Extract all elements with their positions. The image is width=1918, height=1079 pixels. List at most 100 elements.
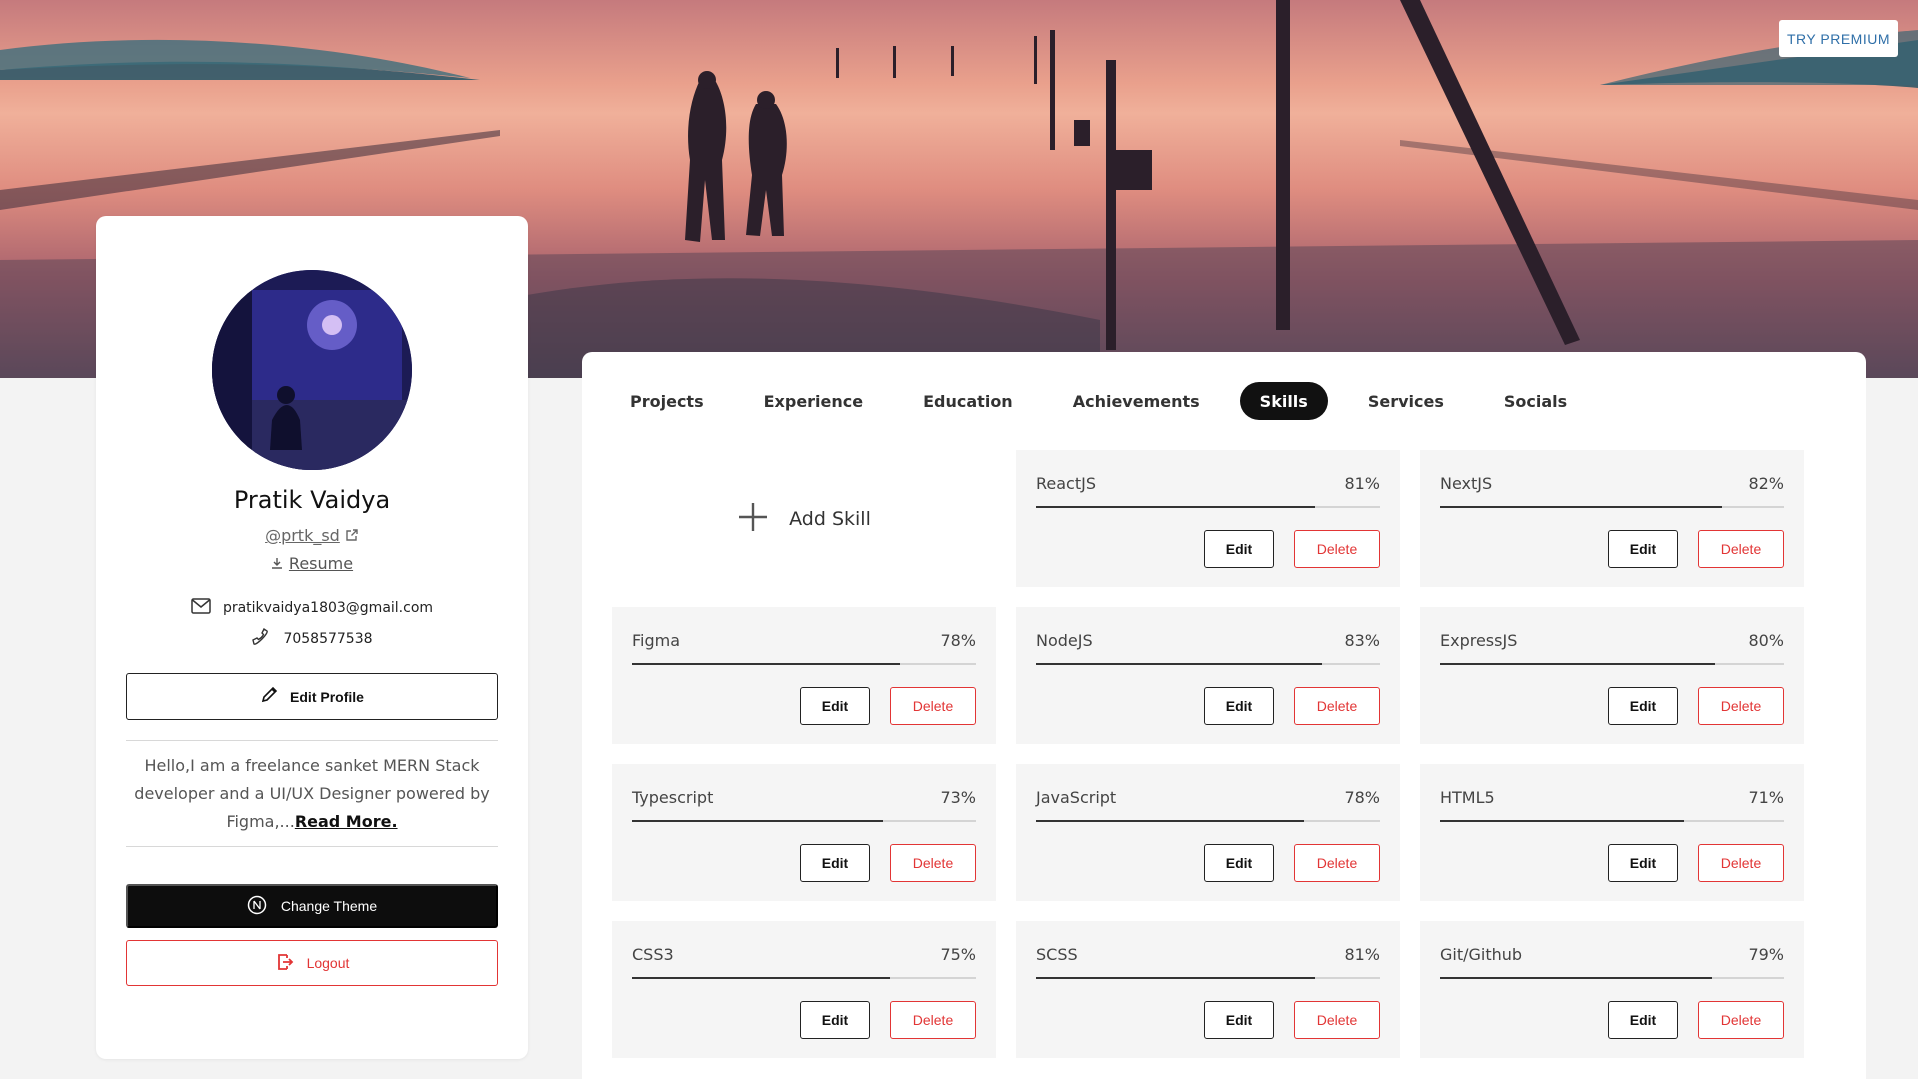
download-icon xyxy=(271,554,283,573)
skill-name: HTML5 xyxy=(1440,788,1495,807)
skill-percent: 73% xyxy=(940,788,976,807)
profile-bio: Hello,I am a freelance sanket MERN Stack… xyxy=(126,752,498,836)
skill-name: ReactJS xyxy=(1036,474,1096,493)
skill-name: JavaScript xyxy=(1036,788,1117,807)
add-skill-button[interactable]: Add Skill xyxy=(612,450,996,587)
skill-progress-track xyxy=(1440,506,1784,508)
skill-name: SCSS xyxy=(1036,945,1078,964)
delete-skill-button[interactable]: Delete xyxy=(1698,530,1784,568)
external-link-icon[interactable] xyxy=(345,527,359,546)
skill-percent: 71% xyxy=(1748,788,1784,807)
edit-skill-button[interactable]: Edit xyxy=(800,844,870,882)
skill-card: HTML5 71% Edit Delete xyxy=(1420,764,1804,901)
edit-skill-button[interactable]: Edit xyxy=(1608,844,1678,882)
skill-progress-fill xyxy=(632,663,901,665)
skill-card: JavaScript 78% Edit Delete xyxy=(1016,764,1400,901)
avatar[interactable] xyxy=(212,270,412,470)
profile-card: Pratik Vaidya @prtk_sd Resume pratikvaid… xyxy=(96,216,528,1059)
skill-percent: 75% xyxy=(940,945,976,964)
delete-skill-button[interactable]: Delete xyxy=(1294,1001,1380,1039)
read-more-link[interactable]: Read More. xyxy=(295,812,398,831)
edit-skill-button[interactable]: Edit xyxy=(800,1001,870,1039)
skill-progress-track xyxy=(1440,820,1784,822)
delete-skill-button[interactable]: Delete xyxy=(890,844,976,882)
skill-card: Figma 78% Edit Delete xyxy=(612,607,996,744)
avatar-image xyxy=(212,270,412,470)
skill-percent: 78% xyxy=(1344,788,1380,807)
tab-socials[interactable]: Socials xyxy=(1484,382,1587,420)
skill-name: NodeJS xyxy=(1036,631,1093,650)
skill-percent: 78% xyxy=(940,631,976,650)
handle-link[interactable]: @prtk_sd xyxy=(265,526,340,545)
delete-skill-button[interactable]: Delete xyxy=(1698,1001,1784,1039)
delete-skill-button[interactable]: Delete xyxy=(1294,844,1380,882)
skill-card: ReactJS 81% Edit Delete xyxy=(1016,450,1400,587)
skill-name: Figma xyxy=(632,631,681,650)
tab-achievements[interactable]: Achievements xyxy=(1053,382,1220,420)
divider-top xyxy=(126,740,498,741)
logout-icon xyxy=(275,952,295,975)
delete-skill-button[interactable]: Delete xyxy=(1294,687,1380,725)
change-theme-label: Change Theme xyxy=(280,898,378,914)
tab-projects[interactable]: Projects xyxy=(610,382,724,420)
resume-label[interactable]: Resume xyxy=(289,554,353,573)
edit-skill-button[interactable]: Edit xyxy=(1204,530,1274,568)
resume-link[interactable]: Resume xyxy=(96,554,528,573)
skill-percent: 82% xyxy=(1748,474,1784,493)
divider-bottom xyxy=(126,846,498,847)
skill-progress-track xyxy=(1036,506,1380,508)
mail-icon xyxy=(191,598,211,618)
edit-profile-button[interactable]: Edit Profile xyxy=(126,673,498,720)
tab-skills[interactable]: Skills xyxy=(1239,382,1328,420)
delete-skill-button[interactable]: Delete xyxy=(1294,530,1380,568)
skill-progress-track xyxy=(1440,977,1784,979)
skill-progress-track xyxy=(632,663,976,665)
edit-skill-button[interactable]: Edit xyxy=(1608,687,1678,725)
skill-card: CSS3 75% Edit Delete xyxy=(612,921,996,1058)
delete-skill-button[interactable]: Delete xyxy=(890,687,976,725)
tab-education[interactable]: Education xyxy=(903,382,1033,420)
skill-card: ExpressJS 80% Edit Delete xyxy=(1420,607,1804,744)
edit-skill-button[interactable]: Edit xyxy=(1204,1001,1274,1039)
skill-card: SCSS 81% Edit Delete xyxy=(1016,921,1400,1058)
edit-skill-button[interactable]: Edit xyxy=(1608,530,1678,568)
theme-icon xyxy=(247,895,267,918)
tab-services[interactable]: Services xyxy=(1348,382,1464,420)
skill-card: Typescript 73% Edit Delete xyxy=(612,764,996,901)
skill-progress-track xyxy=(632,977,976,979)
skill-progress-fill xyxy=(632,977,890,979)
try-premium-button[interactable]: TRY PREMIUM xyxy=(1779,20,1898,57)
change-theme-button[interactable]: Change Theme xyxy=(126,884,498,928)
skill-progress-track xyxy=(1036,663,1380,665)
logout-button[interactable]: Logout xyxy=(126,940,498,986)
skill-name: NextJS xyxy=(1440,474,1493,493)
email-text: pratikvaidya1803@gmail.com xyxy=(222,600,434,616)
delete-skill-button[interactable]: Delete xyxy=(890,1001,976,1039)
skill-percent: 80% xyxy=(1748,631,1784,650)
skill-name: Typescript xyxy=(632,788,714,807)
skill-card: NodeJS 83% Edit Delete xyxy=(1016,607,1400,744)
skill-percent: 83% xyxy=(1344,631,1380,650)
delete-skill-button[interactable]: Delete xyxy=(1698,687,1784,725)
skill-progress-fill xyxy=(1036,506,1315,508)
delete-skill-button[interactable]: Delete xyxy=(1698,844,1784,882)
skills-grid: Add Skill ReactJS 81% Edit Delete NextJS 82% E… xyxy=(612,450,1806,1058)
add-skill-label: Add Skill xyxy=(789,507,871,530)
edit-skill-button[interactable]: Edit xyxy=(800,687,870,725)
skill-percent: 81% xyxy=(1344,945,1380,964)
profile-handle[interactable]: @prtk_sd xyxy=(96,526,528,546)
edit-skill-button[interactable]: Edit xyxy=(1608,1001,1678,1039)
skill-percent: 81% xyxy=(1344,474,1380,493)
skill-card: Git/Github 79% Edit Delete xyxy=(1420,921,1804,1058)
tab-experience[interactable]: Experience xyxy=(744,382,884,420)
plus-icon xyxy=(737,497,769,541)
edit-profile-label: Edit Profile xyxy=(290,688,364,705)
skill-progress-fill xyxy=(1440,663,1716,665)
skill-progress-track xyxy=(1036,820,1380,822)
edit-skill-button[interactable]: Edit xyxy=(1204,844,1274,882)
skill-name: CSS3 xyxy=(632,945,674,964)
phone-icon xyxy=(251,627,271,650)
edit-skill-button[interactable]: Edit xyxy=(1204,687,1274,725)
skill-name: Git/Github xyxy=(1440,945,1523,964)
main-panel: Projects Experience Education Achievemen… xyxy=(582,352,1866,1079)
